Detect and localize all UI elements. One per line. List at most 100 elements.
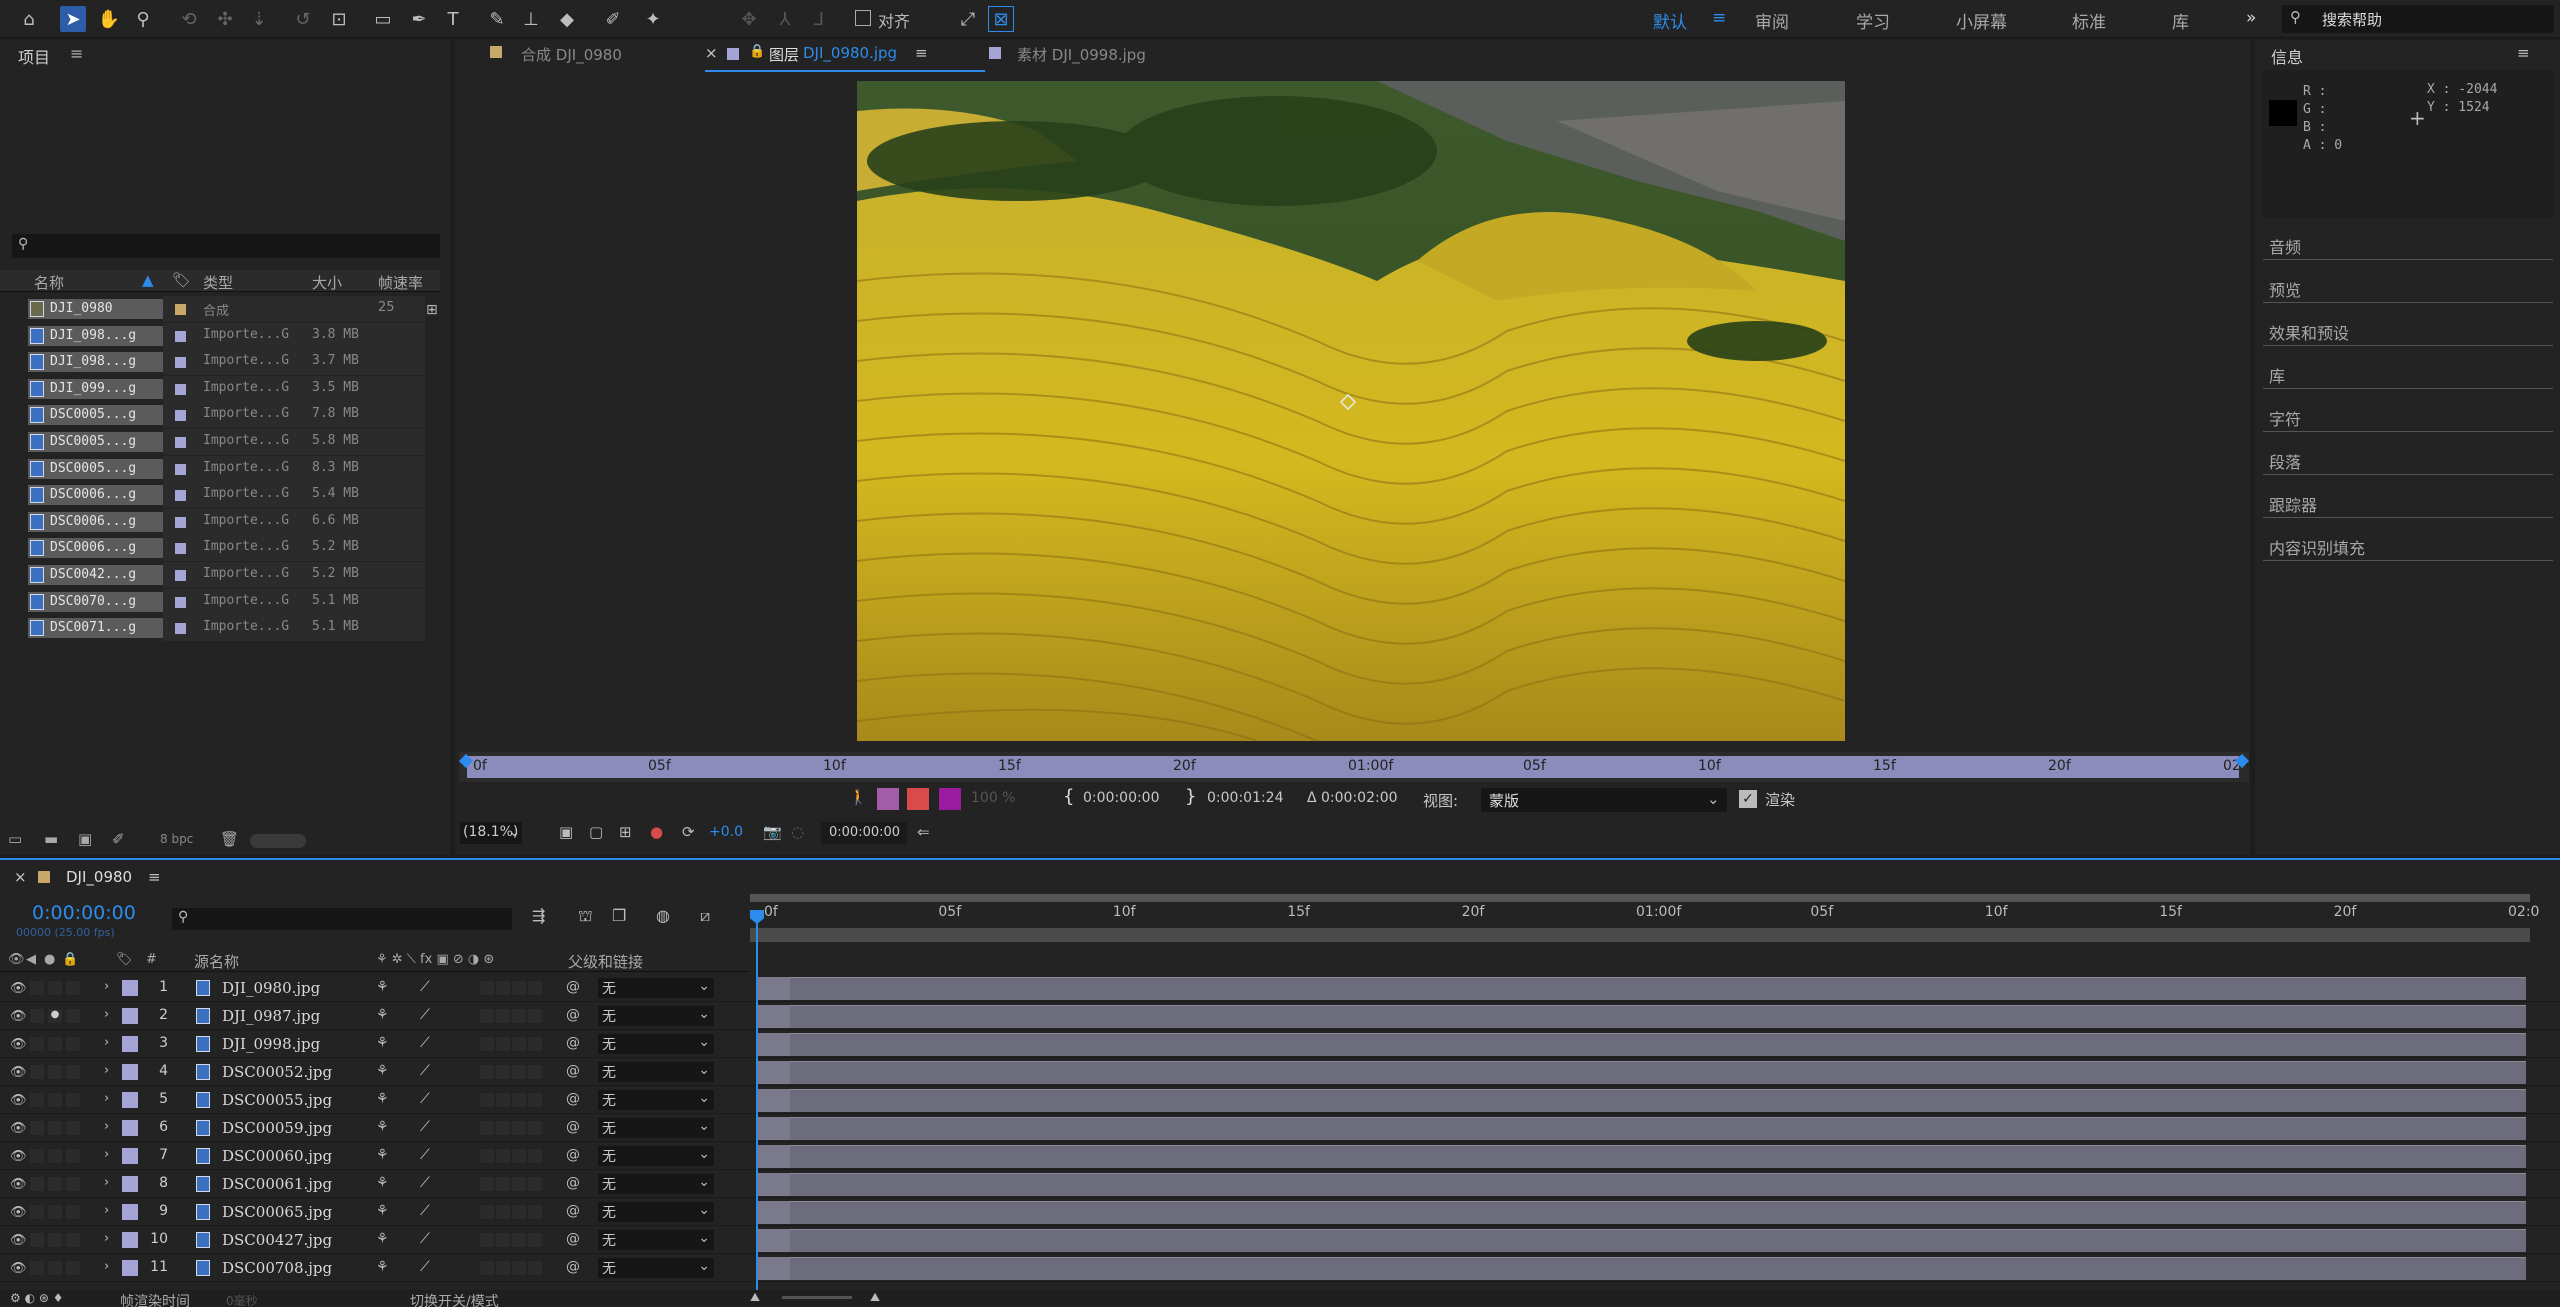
label-swatch[interactable] — [175, 516, 186, 528]
frame-blend-toggle[interactable] — [496, 1093, 510, 1107]
solo-toggle[interactable] — [48, 1093, 62, 1107]
timeline-search-input[interactable]: ⚲ — [172, 908, 512, 930]
motion-blur-toggle[interactable] — [512, 1149, 526, 1163]
adjustment-toggle[interactable] — [528, 1177, 542, 1191]
fx-toggle[interactable] — [480, 1205, 494, 1219]
pick-whip-icon[interactable]: @ — [566, 1259, 580, 1275]
quality-icon[interactable]: ⟋ — [420, 1119, 430, 1135]
lock-toggle[interactable] — [66, 981, 80, 995]
audio-toggle[interactable] — [30, 1177, 44, 1191]
frame-blend-toggle[interactable] — [496, 1065, 510, 1079]
quality-icon[interactable]: ⟋ — [420, 1147, 430, 1163]
layer-duration-bar[interactable] — [758, 977, 2526, 1000]
interpret-footage-icon[interactable]: ▭ — [8, 830, 22, 848]
adjustment-toggle[interactable] — [528, 1037, 542, 1051]
trash-icon[interactable]: 🗑 — [220, 830, 239, 848]
col-size[interactable]: 大小 — [312, 272, 342, 293]
hand-tool-icon[interactable]: ✋ — [96, 6, 122, 32]
shy-icon[interactable]: ⚘ — [376, 1007, 389, 1023]
eye-icon[interactable]: 👁 — [10, 1009, 27, 1024]
layer-duration-bar[interactable] — [758, 1117, 2526, 1140]
chevron-right-icon[interactable]: › — [104, 1035, 109, 1050]
layer-duration-bar[interactable] — [758, 1033, 2526, 1056]
label-swatch[interactable] — [175, 437, 186, 448]
shy-icon[interactable]: ⚘ — [376, 1035, 389, 1051]
parent-dropdown[interactable]: 无 ⌄ — [598, 1090, 714, 1110]
layer-row[interactable]: 👁 › 3 DJI_0998.jpg ⚘ ⟋ @ 无 ⌄ — [0, 1030, 2560, 1058]
chevron-right-icon[interactable]: › — [104, 1091, 109, 1106]
frame-blend-toggle[interactable] — [496, 1177, 510, 1191]
quality-icon[interactable]: ⟋ — [420, 1259, 430, 1275]
motion-blur-toggle[interactable] — [512, 1233, 526, 1247]
chevron-right-icon[interactable]: › — [104, 1119, 109, 1134]
render-checkbox[interactable]: ✓ — [1739, 790, 1757, 808]
playhead[interactable] — [756, 916, 758, 1307]
layer-source-name[interactable]: DJI_0987.jpg — [222, 1007, 320, 1025]
audio-toggle[interactable] — [30, 1149, 44, 1163]
col-name[interactable]: 名称 — [34, 272, 64, 293]
project-menu-icon[interactable]: ≡ — [70, 44, 83, 63]
fx-toggle[interactable] — [480, 1177, 494, 1191]
new-folder-icon[interactable]: ▬ — [44, 830, 58, 848]
collapsed-panel-2[interactable]: 效果和预设 — [2263, 306, 2553, 346]
workspace-review[interactable]: 审阅 — [1755, 8, 1789, 33]
eye-icon[interactable]: 👁 — [10, 1261, 27, 1276]
chevron-right-icon[interactable]: › — [104, 1147, 109, 1162]
eye-icon[interactable]: 👁 — [10, 1177, 27, 1192]
label-swatch[interactable] — [122, 1232, 138, 1248]
chevron-right-icon[interactable]: › — [104, 1259, 109, 1274]
shy-icon[interactable]: ⚘ — [376, 1147, 389, 1163]
timeline-comp-name[interactable]: DJI_0980 — [66, 868, 132, 886]
pick-whip-icon[interactable]: @ — [566, 1147, 580, 1163]
label-swatch[interactable] — [175, 463, 186, 475]
label-swatch[interactable] — [175, 357, 186, 369]
pick-whip-icon[interactable]: @ — [566, 1007, 580, 1023]
layer-source-name[interactable]: DSC00059.jpg — [222, 1119, 332, 1137]
workspace-learn[interactable]: 学习 — [1856, 8, 1890, 33]
frame-blending-icon[interactable]: ❐ — [612, 906, 626, 925]
lock-toggle[interactable] — [66, 1065, 80, 1079]
frame-blend-toggle[interactable] — [496, 1009, 510, 1023]
pick-whip-icon[interactable]: @ — [566, 979, 580, 995]
parent-dropdown[interactable]: 无 ⌄ — [598, 1034, 714, 1054]
parent-dropdown[interactable]: 无 ⌄ — [598, 1174, 714, 1194]
project-item[interactable]: DJI_098...g Importe...G 3.8 MB — [0, 322, 440, 349]
label-swatch[interactable] — [175, 330, 186, 342]
shy-icon[interactable]: ⚘ — [376, 979, 389, 995]
audio-switch-icon[interactable]: ◀ — [26, 952, 36, 967]
audio-toggle[interactable] — [30, 1205, 44, 1219]
in-bracket-icon[interactable]: { — [1063, 786, 1074, 807]
collapsed-panel-7[interactable]: 内容识别填充 — [2263, 521, 2553, 561]
quality-icon[interactable]: ⟋ — [420, 1231, 430, 1247]
layer-time-ruler[interactable]: 0f 05f 10f 15f 20f 01:00f 05f 10f 15f 20f 02:0 — [458, 752, 2254, 782]
brush-tool-icon[interactable]: ✎ — [484, 6, 510, 32]
layer-row[interactable]: 👁 › 9 DSC00065.jpg ⚘ ⟋ @ 无 ⌄ — [0, 1198, 2560, 1226]
work-area-bar[interactable] — [750, 894, 2530, 902]
snap-checkbox[interactable] — [855, 10, 871, 26]
project-item[interactable]: DJI_0980 合成 25 — [0, 296, 440, 322]
motion-blur-toggle[interactable] — [512, 1093, 526, 1107]
zoom-dropdown[interactable]: (18.1%) ⌄ — [460, 822, 522, 844]
frame-blend-toggle[interactable] — [496, 1121, 510, 1135]
motion-blur-toggle[interactable] — [512, 1065, 526, 1079]
bpc-label[interactable]: 8 bpc — [160, 832, 193, 846]
thumbnail-slider[interactable] — [250, 834, 306, 848]
tab-layer[interactable]: × 🔒 图层 DJI_0980.jpg ≡ — [705, 42, 985, 72]
label-swatch[interactable] — [175, 490, 186, 502]
frame-blend-toggle[interactable] — [496, 1233, 510, 1247]
label-swatch[interactable] — [175, 596, 186, 608]
quality-icon[interactable]: ⟋ — [420, 1203, 430, 1219]
close-tab-icon[interactable]: × — [705, 44, 718, 62]
audio-toggle[interactable] — [30, 1261, 44, 1275]
footer-icons[interactable]: ⚙ ◐ ⊛ ♦ — [10, 1291, 63, 1305]
adjustment-toggle[interactable] — [528, 1261, 542, 1275]
fx-toggle[interactable] — [480, 1149, 494, 1163]
color-management-icon[interactable]: ⟳ — [682, 823, 695, 841]
zoom-tool-icon[interactable]: ⚲ — [130, 6, 156, 32]
fx-toggle[interactable] — [480, 981, 494, 995]
layer-source-name[interactable]: DSC00055.jpg — [222, 1091, 332, 1109]
pick-whip-icon[interactable]: @ — [566, 1035, 580, 1051]
timeline-menu-icon[interactable]: ≡ — [148, 868, 161, 886]
adjustment-toggle[interactable] — [528, 1233, 542, 1247]
label-swatch[interactable] — [175, 383, 186, 395]
